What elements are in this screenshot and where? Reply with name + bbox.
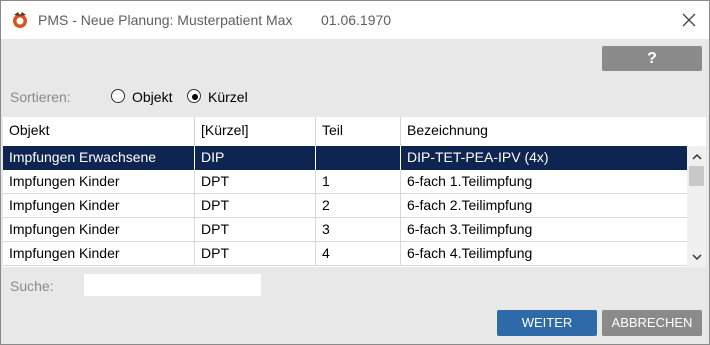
cell-kuerzel: DPT — [195, 170, 316, 194]
column-header-objekt[interactable]: Objekt — [3, 117, 195, 145]
weiter-button[interactable]: WEITER — [497, 310, 597, 336]
column-header-teil[interactable]: Teil — [316, 117, 401, 145]
table-body: Impfungen Erwachsene DIP DIP-TET-PEA-IPV… — [3, 146, 687, 267]
dialog-window: PMS - Neue Planung: Musterpatient Max 01… — [0, 0, 710, 345]
cell-objekt: Impfungen Kinder — [3, 242, 195, 266]
vertical-scrollbar[interactable] — [687, 146, 706, 267]
window-title: PMS - Neue Planung: Musterpatient Max — [38, 12, 293, 28]
cell-bezeichnung: 6-fach 2.Teilimpfung — [407, 197, 533, 213]
cell-bezeichnung: 6-fach 1.Teilimpfung — [407, 173, 533, 189]
sort-label: Sortieren: — [10, 89, 71, 105]
cell-teil: 2 — [316, 194, 401, 218]
search-label: Suche: — [10, 278, 54, 294]
chevron-up-icon — [691, 153, 702, 160]
table-row[interactable]: Impfungen Kinder DPT 2 6-fach 2.Teilimpf… — [3, 194, 687, 218]
vaccination-table: Objekt [Kürzel] Teil Bezeichnung Impfung… — [3, 117, 706, 267]
cell-bezeichnung: DIP-TET-PEA-IPV (4x) — [407, 149, 549, 165]
close-icon — [682, 13, 696, 27]
radio-kuerzel-circle[interactable] — [187, 89, 201, 103]
column-header-kuerzel[interactable]: [Kürzel] — [195, 117, 316, 145]
sort-options: Sortieren: Objekt Kürzel — [1, 81, 709, 113]
cell-teil: 1 — [316, 170, 401, 194]
column-header-bezeichnung[interactable]: Bezeichnung — [401, 117, 706, 145]
title-bar: PMS - Neue Planung: Musterpatient Max 01… — [1, 1, 709, 39]
cell-teil: 3 — [316, 218, 401, 242]
close-button[interactable] — [677, 9, 701, 31]
cell-teil — [316, 146, 401, 170]
radio-selected-dot — [192, 94, 198, 100]
cell-kuerzel: DIP — [195, 146, 316, 170]
patient-birthdate: 01.06.1970 — [321, 12, 392, 28]
app-logo-icon — [13, 12, 27, 28]
radio-objekt-label: Objekt — [132, 89, 173, 105]
cell-objekt: Impfungen Kinder — [3, 194, 195, 218]
table-header: Objekt [Kürzel] Teil Bezeichnung — [3, 117, 706, 145]
cell-objekt: Impfungen Kinder — [3, 218, 195, 242]
cell-kuerzel: DPT — [195, 242, 316, 266]
cell-kuerzel: DPT — [195, 218, 316, 242]
help-button[interactable]: ? — [602, 46, 702, 71]
cell-teil: 4 — [316, 242, 401, 266]
scroll-down-button[interactable] — [687, 248, 706, 265]
table-row[interactable]: Impfungen Erwachsene DIP DIP-TET-PEA-IPV… — [3, 146, 687, 170]
cell-bezeichnung: 6-fach 3.Teilimpfung — [407, 221, 533, 237]
scrollbar-thumb[interactable] — [689, 166, 704, 186]
cell-kuerzel: DPT — [195, 194, 316, 218]
cell-bezeichnung: 6-fach 4.Teilimpfung — [407, 245, 533, 261]
abbrechen-button[interactable]: ABBRECHEN — [602, 310, 702, 336]
chevron-down-icon — [691, 254, 702, 261]
table-row[interactable]: Impfungen Kinder DPT 1 6-fach 1.Teilimpf… — [3, 170, 687, 194]
search-row: Suche: — [1, 271, 709, 301]
table-row[interactable]: Impfungen Kinder DPT 4 6-fach 4.Teilimpf… — [3, 242, 687, 266]
search-input[interactable] — [84, 274, 261, 296]
table-row[interactable]: Impfungen Kinder DPT 3 6-fach 3.Teilimpf… — [3, 218, 687, 242]
scroll-up-button[interactable] — [687, 148, 706, 165]
cell-objekt: Impfungen Erwachsene — [3, 146, 195, 170]
radio-objekt-circle[interactable] — [111, 89, 125, 103]
cell-objekt: Impfungen Kinder — [3, 170, 195, 194]
radio-kuerzel-label: Kürzel — [208, 89, 248, 105]
